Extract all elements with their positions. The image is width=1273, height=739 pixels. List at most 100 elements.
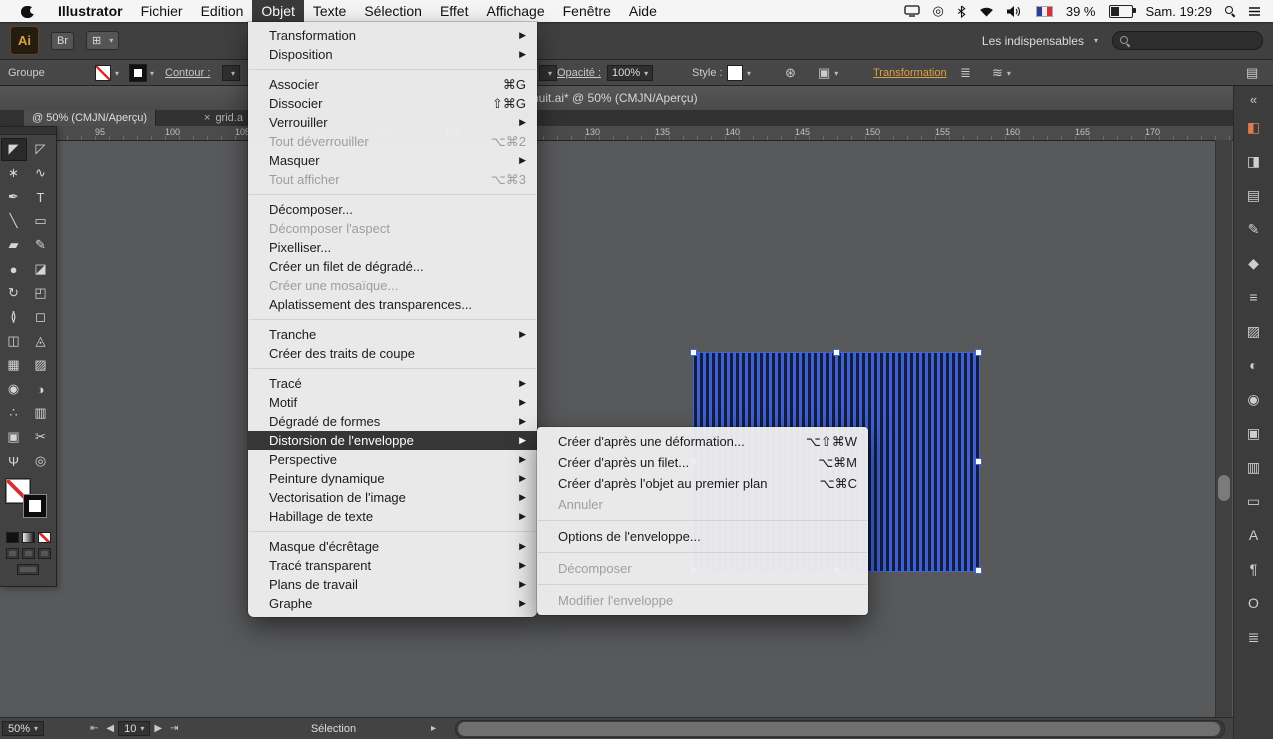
selection-handle[interactable] (975, 458, 982, 465)
transparency-panel-icon[interactable]: ◐ (1241, 353, 1267, 377)
menu-item-tranche[interactable]: Tranche▶ (248, 325, 537, 344)
menu-item-cr-er-des-traits-de-coupe[interactable]: Créer des traits de coupe (248, 344, 537, 363)
menubar-item-affichage[interactable]: Affichage (477, 0, 553, 22)
color-guide-panel-icon[interactable]: ◨ (1241, 149, 1267, 173)
notification-center-icon[interactable] (1248, 6, 1261, 17)
menu-item-transformation[interactable]: Transformation▶ (248, 26, 537, 45)
menubar-item-edition[interactable]: Edition (192, 0, 253, 22)
bluetooth-icon[interactable] (957, 5, 966, 18)
menu-item-masquer[interactable]: Masquer▶ (248, 151, 537, 170)
menu-item-perspective[interactable]: Perspective▶ (248, 450, 537, 469)
menu-item-plans-de-travail[interactable]: Plans de travail▶ (248, 575, 537, 594)
free-transform-tool-icon[interactable]: ◻ (28, 306, 54, 329)
menubar-item-effet[interactable]: Effet (431, 0, 478, 22)
recolor-artwork-icon[interactable]: ⊛ (785, 65, 796, 81)
gradient-tool-icon[interactable]: ▨ (28, 354, 54, 377)
menu-item-peinture-dynamique[interactable]: Peinture dynamique▶ (248, 469, 537, 488)
stroke-panel-icon[interactable]: ≡ (1241, 285, 1267, 309)
selection-handle[interactable] (975, 567, 982, 574)
menubar-item-s-lection[interactable]: Sélection (355, 0, 431, 22)
tools-panel-grip[interactable] (0, 127, 56, 135)
stroke-profile-dropdown[interactable]: ▾ (539, 65, 557, 81)
bridge-button[interactable]: Br (51, 32, 74, 50)
selection-tool-icon[interactable]: ◤ (1, 138, 27, 161)
document-window-titlebar[interactable]: nuit.ai* @ 50% (CMJN/Aperçu) (0, 86, 1233, 111)
menu-item-cr-er-un-filet-de-d-grad[interactable]: Créer un filet de dégradé... (248, 257, 537, 276)
spotlight-icon[interactable] (1225, 6, 1235, 16)
gradient-panel-icon[interactable]: ▨ (1241, 319, 1267, 343)
graphic-style-swatch[interactable] (727, 65, 743, 81)
menu-item-graphe[interactable]: Graphe▶ (248, 594, 537, 613)
direct-selection-tool-icon[interactable]: ◸ (28, 138, 54, 161)
eyedropper-tool-icon[interactable]: ◉ (1, 378, 27, 401)
graphic-styles-panel-icon[interactable]: ▣ (1241, 421, 1267, 445)
horizontal-scrollbar-thumb[interactable] (458, 722, 1220, 736)
sync-icon[interactable]: ◎ (933, 3, 944, 19)
panel-menu-icon[interactable]: ▤ (1246, 65, 1258, 81)
blend-tool-icon[interactable]: ◑ (28, 378, 54, 401)
zoom-dropdown[interactable]: 50% ▾ (2, 721, 44, 736)
wifi-icon[interactable] (979, 6, 994, 17)
line-segment-tool-icon[interactable]: ╲ (1, 210, 27, 233)
draw-inside-button[interactable] (38, 548, 51, 559)
transform-panel-link[interactable]: Transformation (873, 67, 947, 79)
menu-item-options-de-l-enveloppe[interactable]: Options de l'enveloppe... (537, 526, 868, 547)
first-artboard-button[interactable]: ⇤ (86, 723, 102, 734)
arrange-documents-button[interactable]: ⊞ ▾ (86, 31, 119, 50)
battery-icon[interactable] (1109, 5, 1133, 18)
color-panel-icon[interactable]: ◧ (1241, 115, 1267, 139)
menubar-item-fichier[interactable]: Fichier (132, 0, 192, 22)
horizontal-ruler[interactable]: 9510010511011512012513013514014515015516… (0, 126, 1233, 141)
menu-item-dissocier[interactable]: Dissocier⇧⌘G (248, 94, 537, 113)
eraser-tool-icon[interactable]: ◪ (28, 258, 54, 281)
document-tab-active[interactable]: @ 50% (CMJN/Aperçu) (24, 110, 156, 126)
menubar-item-objet[interactable]: Objet (252, 0, 303, 22)
menubar-item-aide[interactable]: Aide (620, 0, 666, 22)
column-graph-tool-icon[interactable]: ▥ (28, 402, 54, 425)
stroke-color-swatch[interactable] (130, 65, 146, 81)
none-mode-button[interactable] (38, 532, 51, 543)
mesh-tool-icon[interactable]: ▦ (1, 354, 27, 377)
slice-tool-icon[interactable]: ✂ (28, 426, 54, 449)
menu-item-masque-d-cr-tage[interactable]: Masque d'écrêtage▶ (248, 537, 537, 556)
menu-item-vectorisation-de-l-image[interactable]: Vectorisation de l'image▶ (248, 488, 537, 507)
menu-item-cr-er-d-apr-s-une-d-formation[interactable]: Créer d'après une déformation...⌥⇧⌘W (537, 431, 868, 452)
artboard-number-dropdown[interactable]: 10 ▾ (118, 721, 150, 736)
horizontal-scrollbar[interactable] (455, 720, 1225, 738)
document-options-icon[interactable]: ▣ (818, 65, 830, 81)
expand-panels-icon[interactable]: « (1250, 90, 1257, 110)
menu-item-aplatissement-des-transparences[interactable]: Aplatissement des transparences... (248, 295, 537, 314)
pen-tool-icon[interactable]: ✒ (1, 186, 27, 209)
status-menu-icon[interactable]: ▸ (427, 723, 440, 734)
airplay-display-icon[interactable] (904, 5, 920, 17)
hand-tool-icon[interactable]: Ψ (1, 450, 27, 473)
selection-handle[interactable] (833, 349, 840, 356)
paintbrush-tool-icon[interactable]: ▰ (1, 234, 27, 257)
menu-item-pixelliser[interactable]: Pixelliser... (248, 238, 537, 257)
menubar-item-texte[interactable]: Texte (304, 0, 355, 22)
stroke-panel-link[interactable]: Contour : (165, 67, 210, 79)
vertical-scrollbar[interactable] (1215, 140, 1232, 718)
selection-handle[interactable] (690, 349, 697, 356)
symbol-sprayer-tool-icon[interactable]: ∴ (1, 402, 27, 425)
align-icon[interactable]: ≣ (960, 65, 971, 81)
appearance-panel-icon[interactable]: ◉ (1241, 387, 1267, 411)
opacity-input[interactable]: 100% ▾ (607, 65, 653, 81)
volume-icon[interactable] (1007, 6, 1023, 17)
swatches-panel-icon[interactable]: ▤ (1241, 183, 1267, 207)
draw-normal-button[interactable] (6, 548, 19, 559)
next-artboard-button[interactable]: ▶ (150, 723, 166, 734)
rectangle-tool-icon[interactable]: ▭ (28, 210, 54, 233)
menu-item-d-grad-de-formes[interactable]: Dégradé de formes▶ (248, 412, 537, 431)
type-tool-icon[interactable]: T (28, 186, 54, 209)
apple-menu[interactable] (10, 0, 49, 22)
previous-artboard-button[interactable]: ◀ (102, 723, 118, 734)
menu-item-d-composer[interactable]: Décomposer... (248, 200, 537, 219)
last-artboard-button[interactable]: ⇥ (166, 723, 182, 734)
align-panel-icon[interactable]: ≣ (1241, 625, 1267, 649)
menu-item-verrouiller[interactable]: Verrouiller▶ (248, 113, 537, 132)
paragraph-panel-icon[interactable]: ¶ (1241, 557, 1267, 581)
menubar-item-fen-tre[interactable]: Fenêtre (554, 0, 620, 22)
zoom-tool-icon[interactable]: ◎ (28, 450, 54, 473)
scale-tool-icon[interactable]: ◰ (28, 282, 54, 305)
